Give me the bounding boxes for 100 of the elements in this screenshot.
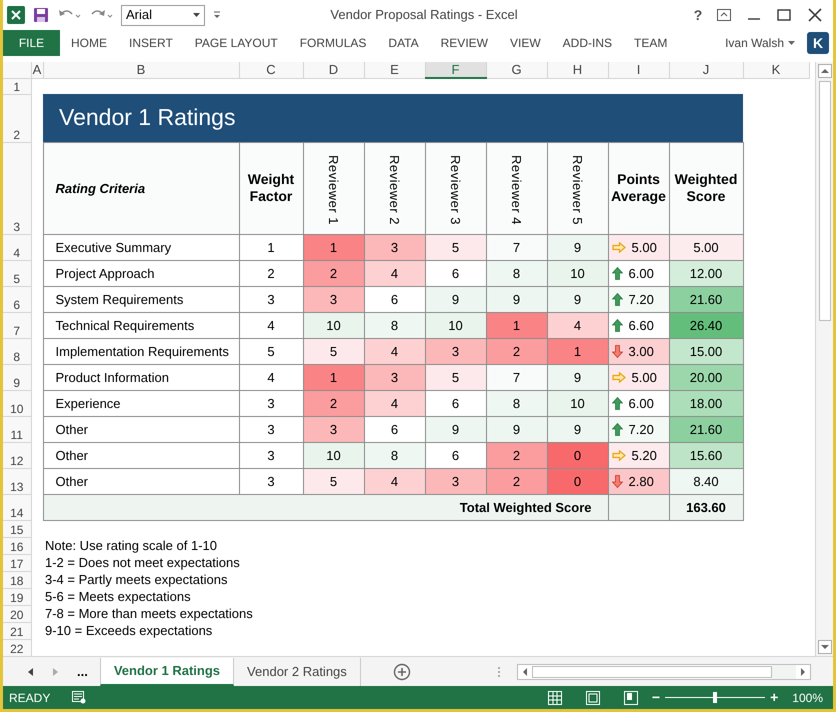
row-number[interactable]: 4 [3, 234, 31, 260]
table-cell: Other [43, 416, 239, 442]
split-handle-icon[interactable] [497, 666, 501, 678]
column-header[interactable]: E [364, 62, 425, 78]
row-number[interactable]: 13 [3, 468, 31, 494]
ribbon-tab[interactable]: VIEW [498, 30, 552, 56]
user-name[interactable]: Ivan Walsh [725, 34, 784, 52]
row-number[interactable]: 22 [3, 639, 31, 656]
ribbon-tab[interactable]: PAGE LAYOUT [184, 30, 289, 56]
table-cell: 26.40 [669, 312, 743, 338]
table-cell: 10 [547, 260, 608, 286]
scrollbar-thumb[interactable] [818, 81, 830, 321]
table-cell: 5 [425, 234, 486, 260]
zoom-thumb[interactable] [713, 692, 718, 703]
row-number[interactable]: 17 [3, 554, 31, 571]
table-cell: 4 [364, 260, 425, 286]
table-cell: 6 [364, 286, 425, 312]
table-cell: 1 [303, 234, 364, 260]
ribbon-tab[interactable]: ADD-INS [552, 30, 623, 56]
row-number[interactable]: 3 [3, 142, 31, 234]
row-number[interactable]: 21 [3, 622, 31, 639]
table-cell: 1 [303, 364, 364, 390]
ribbon-tab[interactable]: DATA [377, 30, 430, 56]
table-cell: 4 [364, 468, 425, 494]
table-cell: 3 [364, 364, 425, 390]
column-header[interactable]: I [608, 62, 669, 78]
table-cell: 2 [303, 390, 364, 416]
row-number[interactable]: 6 [3, 286, 31, 312]
row-number[interactable]: 7 [3, 312, 31, 338]
column-header[interactable]: J [669, 62, 743, 78]
table-cell: Product Information [43, 364, 239, 390]
save-icon[interactable] [33, 7, 49, 23]
row-number[interactable]: 16 [3, 537, 31, 554]
row-number[interactable]: 19 [3, 588, 31, 605]
table-cell: 3 [239, 286, 303, 312]
note-text: Note: Use rating scale of 1-10 [45, 538, 217, 553]
ribbon-tab[interactable]: INSERT [118, 30, 184, 56]
more-tabs-button[interactable]: ... [65, 658, 100, 686]
ribbon-tab[interactable]: HOME [60, 30, 118, 56]
file-tab[interactable]: FILE [3, 30, 60, 56]
column-header[interactable]: A [31, 62, 43, 78]
page-layout-icon[interactable] [586, 690, 600, 704]
sheet-tab[interactable]: Vendor 1 Ratings [100, 658, 234, 686]
help-icon[interactable]: ? [687, 4, 709, 26]
table-cell: 21.60 [669, 286, 743, 312]
scrollbar-thumb[interactable] [532, 666, 772, 678]
column-header[interactable]: B [43, 62, 239, 78]
row-number[interactable]: 9 [3, 364, 31, 390]
row-number[interactable]: 14 [3, 494, 31, 520]
font-dropdown[interactable]: Arial [121, 4, 205, 26]
caret-icon[interactable] [788, 41, 795, 45]
normal-view-icon[interactable] [548, 690, 562, 704]
ribbon-display-icon[interactable] [717, 9, 731, 21]
zoom-slider[interactable] [665, 692, 766, 704]
table-cell-value: 6.00 [628, 396, 654, 410]
zoom-out-icon[interactable]: − [652, 687, 660, 708]
ribbon-tab[interactable]: TEAM [623, 30, 678, 56]
table-cell: 3 [239, 390, 303, 416]
customize-toolbar-icon[interactable] [213, 10, 221, 20]
table-cell-value: 5.00 [632, 240, 657, 254]
scroll-up-icon[interactable] [818, 64, 832, 78]
row-number[interactable]: 15 [3, 520, 31, 537]
page-break-icon[interactable] [624, 690, 638, 704]
add-sheet-icon[interactable] [392, 662, 411, 680]
row-number[interactable]: 18 [3, 571, 31, 588]
column-header[interactable]: K [743, 62, 809, 78]
column-header[interactable]: G [486, 62, 547, 78]
column-header[interactable]: F [425, 62, 486, 78]
column-header[interactable]: D [303, 62, 364, 78]
ribbon-tab[interactable]: FORMULAS [288, 30, 378, 56]
table-cell: Executive Summary [43, 234, 239, 260]
table-cell: 9 [486, 416, 547, 442]
row-number[interactable]: 2 [3, 94, 31, 142]
row-number[interactable]: 1 [3, 78, 31, 94]
table-cell: 4 [547, 312, 608, 338]
row-number[interactable]: 20 [3, 605, 31, 622]
zoom-in-icon[interactable]: + [770, 687, 778, 708]
caret-icon [193, 13, 200, 17]
note-text: 3-4 = Partly meets expectations [45, 572, 228, 587]
vertical-scrollbar[interactable] [815, 62, 833, 656]
column-header[interactable]: C [239, 62, 303, 78]
column-header[interactable]: H [547, 62, 608, 78]
row-number[interactable]: 11 [3, 416, 31, 442]
maximize-icon[interactable] [777, 9, 791, 21]
ribbon-tab[interactable]: REVIEW [430, 30, 499, 56]
row-number[interactable]: 10 [3, 390, 31, 416]
row-number[interactable]: 12 [3, 442, 31, 468]
column-heading: Reviewer 2 [387, 154, 402, 225]
zoom-level[interactable]: 100% [792, 688, 823, 706]
horizontal-scrollbar[interactable] [517, 664, 811, 680]
scroll-down-icon[interactable] [818, 640, 832, 654]
table-cell: 9 [547, 416, 608, 442]
macro-record-icon[interactable] [72, 691, 86, 704]
table-cell-value: 7.20 [628, 292, 654, 306]
row-number[interactable]: 5 [3, 260, 31, 286]
user-avatar[interactable]: K [807, 32, 829, 54]
table-cell: 3 [239, 468, 303, 494]
row-number[interactable]: 8 [3, 338, 31, 364]
excel-logo-icon[interactable] [7, 6, 25, 24]
table-cell: 3 [239, 442, 303, 468]
